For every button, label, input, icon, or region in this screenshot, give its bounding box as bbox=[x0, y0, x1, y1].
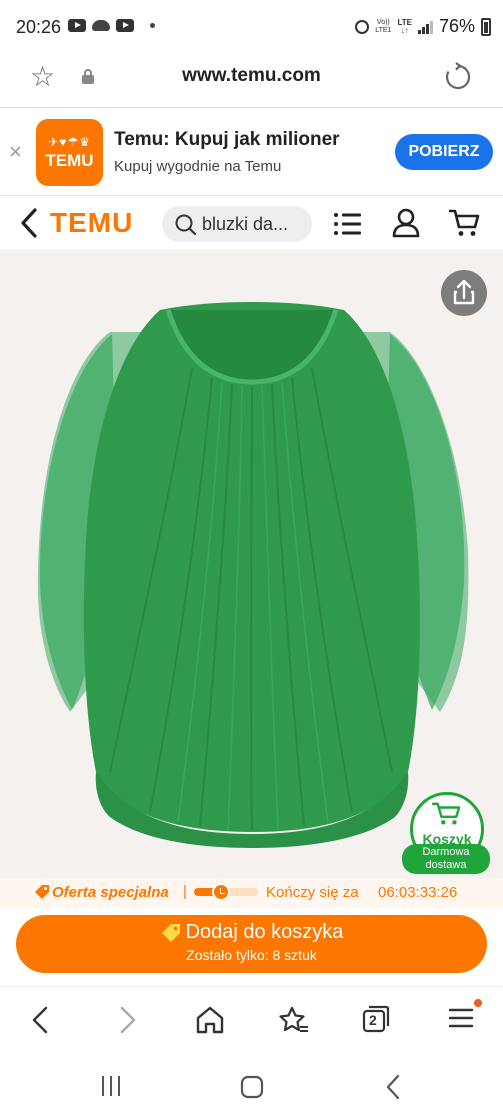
temu-logo[interactable]: TEMU bbox=[50, 207, 133, 239]
special-offer-strip: Oferta specjalna | Kończy się za 06:03:3… bbox=[0, 878, 503, 908]
back-icon[interactable] bbox=[28, 1005, 54, 1035]
search-input[interactable]: bluzki da... bbox=[162, 206, 312, 242]
add-to-cart-label: Dodaj do koszyka bbox=[185, 921, 344, 943]
floating-cart-button[interactable]: Koszyk Darmowa dostawa bbox=[402, 788, 494, 876]
home-nav-icon[interactable] bbox=[239, 1074, 265, 1100]
product-image[interactable]: Koszyk Darmowa dostawa bbox=[0, 252, 503, 878]
stock-remaining: Zostało tylko: 8 sztuk bbox=[186, 947, 317, 963]
browser-toolbar: 2 bbox=[0, 986, 503, 1052]
search-icon bbox=[175, 214, 197, 236]
tag-icon bbox=[161, 923, 180, 942]
app-install-banner: × ✈♥☂♛ TEMU Temu: Kupuj jak milioner Kup… bbox=[0, 109, 503, 196]
tabs-count: 2 bbox=[369, 1012, 377, 1028]
download-button[interactable]: POBIERZ bbox=[395, 134, 493, 170]
add-to-cart-button[interactable]: Dodaj do koszyka Zostało tylko: 8 sztuk bbox=[16, 915, 487, 973]
banner-title: Temu: Kupuj jak milioner bbox=[114, 129, 340, 150]
tabs-button[interactable]: 2 bbox=[362, 1005, 390, 1033]
menu-notification-dot bbox=[474, 999, 482, 1007]
youtube-notification-icon-2 bbox=[116, 19, 134, 32]
alarm-icon bbox=[355, 19, 370, 34]
reload-icon[interactable] bbox=[443, 62, 473, 92]
cart-icon bbox=[431, 802, 461, 825]
green-blouse-image bbox=[37, 302, 469, 848]
back-nav-icon[interactable] bbox=[382, 1074, 404, 1100]
free-delivery-badge: Darmowa dostawa bbox=[402, 844, 490, 874]
search-query: bluzki da... bbox=[202, 214, 289, 234]
forward-icon[interactable] bbox=[114, 1005, 140, 1035]
close-banner-icon[interactable]: × bbox=[9, 139, 22, 165]
system-navigation-bar bbox=[0, 1052, 503, 1120]
tag-icon bbox=[35, 885, 49, 899]
lte-indicator: LTE ↓↑ bbox=[397, 17, 412, 35]
browser-address-bar: ☆ www.temu.com bbox=[0, 52, 503, 108]
account-icon[interactable] bbox=[392, 208, 420, 238]
bookmarks-icon[interactable] bbox=[278, 1005, 310, 1035]
share-icon bbox=[453, 279, 475, 305]
notification-icons bbox=[68, 19, 155, 32]
special-offer-label: Oferta specjalna bbox=[52, 884, 169, 901]
battery-icon bbox=[481, 17, 491, 36]
offer-separator: | bbox=[183, 883, 187, 900]
share-button[interactable] bbox=[441, 270, 487, 316]
banner-subtitle: Kupuj wygodnie na Temu bbox=[114, 158, 282, 175]
youtube-notification-icon bbox=[68, 19, 86, 32]
countdown-label: Kończy się za bbox=[266, 884, 359, 901]
cloud-notification-icon bbox=[92, 20, 110, 31]
battery-percent: 76% bbox=[438, 16, 475, 36]
site-header: TEMU bluzki da... bbox=[0, 197, 503, 251]
cart-icon[interactable] bbox=[449, 208, 481, 238]
more-notifications-icon bbox=[150, 23, 155, 28]
status-time: 20:26 bbox=[16, 17, 62, 37]
menu-icon[interactable] bbox=[448, 1005, 474, 1031]
recent-apps-icon[interactable] bbox=[99, 1074, 123, 1098]
countdown-timer: 06:03:33:26 bbox=[378, 884, 458, 901]
system-status-icons: Vo)) LTE1 LTE ↓↑ 76% bbox=[355, 16, 491, 37]
home-icon[interactable] bbox=[195, 1005, 225, 1035]
temu-app-icon: ✈♥☂♛ TEMU bbox=[36, 119, 103, 186]
volte-indicator: Vo)) LTE1 bbox=[375, 18, 392, 34]
signal-strength-icon bbox=[417, 20, 433, 34]
url-text[interactable]: www.temu.com bbox=[0, 65, 503, 87]
status-bar: 20:26 Vo)) LTE1 LTE ↓↑ 76% bbox=[0, 0, 503, 52]
back-chevron-icon[interactable] bbox=[18, 206, 40, 240]
category-menu-icon[interactable] bbox=[333, 211, 363, 237]
clock-icon bbox=[212, 883, 230, 901]
